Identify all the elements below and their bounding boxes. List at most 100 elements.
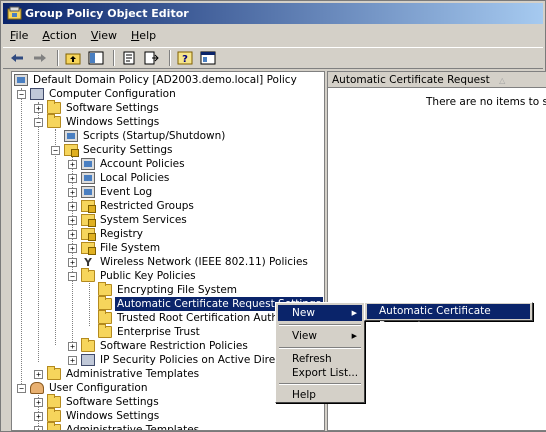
menu-help[interactable]: Help [124,27,163,45]
expand-icon[interactable]: + [34,369,43,379]
tree-item-local-policies[interactable]: + Local Policies [68,171,171,185]
expand-icon[interactable]: + [34,397,43,407]
collapse-icon[interactable]: − [17,383,26,393]
tree-item-restricted-groups[interactable]: + Restricted Groups [68,199,196,213]
tree-item-label: Windows Settings [66,116,160,128]
toolbar: ? [3,47,543,69]
expand-icon[interactable]: + [68,355,77,365]
expand-icon[interactable]: + [34,103,43,113]
expand-icon[interactable]: + [34,411,43,421]
expand-icon[interactable]: + [68,243,77,253]
context-menu-export-list[interactable]: Export List... [278,365,362,381]
tree-item-security-settings[interactable]: − Security Settings [51,143,175,157]
folder-icon [47,100,61,114]
up-folder-icon[interactable] [63,49,83,67]
tree-item-label: User Configuration [49,382,148,394]
tree-item-label: Administrative Templates [66,424,200,431]
tree-item-cc-admin-templates[interactable]: + Administrative Templates [34,366,201,381]
tree-item-account-policies[interactable]: + Account Policies [68,157,187,171]
export-list-icon[interactable] [142,49,162,67]
menu-view[interactable]: View [84,27,124,45]
console-icon[interactable] [198,49,218,67]
tree-item-software-restriction[interactable]: + Software Restriction Policies [68,338,250,353]
sort-ascending-icon: △ [499,76,506,85]
menu-file[interactable]: File [3,27,35,45]
tree-connector [55,129,56,345]
tree-item-public-key-policies[interactable]: − Public Key Policies [68,268,198,283]
tree-item-uc-software-settings[interactable]: + Software Settings [34,394,161,409]
folder-icon [47,366,61,380]
expand-icon[interactable]: + [68,187,77,197]
column-header[interactable]: Automatic Certificate Request △ [328,72,546,88]
context-menu-view[interactable]: View ▶ [278,328,362,344]
locked-folder-icon [81,228,96,241]
expand-icon[interactable]: + [68,215,77,225]
help-icon[interactable]: ? [175,49,195,67]
collapse-icon[interactable]: − [68,271,77,281]
menu-bar: File Action View Help [3,26,543,46]
collapse-icon[interactable]: − [34,117,43,127]
account-policies-icon [81,158,95,170]
expand-icon[interactable]: + [34,425,43,430]
expand-icon[interactable]: + [68,257,77,267]
toolbar-separator [57,50,59,66]
tree-item-user-configuration[interactable]: − User Configuration [17,381,149,395]
expand-icon[interactable]: + [68,159,77,169]
expand-icon[interactable]: + [68,173,77,183]
tree-item-label: Scripts (Startup/Shutdown) [83,130,226,142]
menu-item-label: New [292,307,315,319]
tree-item-wireless[interactable]: + Y Wireless Network (IEEE 802.11) Polic… [68,255,310,269]
title-bar[interactable]: Group Policy Object Editor [3,3,543,24]
tree-connector [21,88,22,388]
tree-item-root[interactable]: Default Domain Policy [AD2003.demo.local… [14,73,299,87]
tree-item-label: Software Settings [66,396,159,408]
folder-icon [98,310,112,324]
tree-item-scripts[interactable]: Scripts (Startup/Shutdown) [51,129,227,143]
folder-icon [98,324,112,338]
tree-item-label: Wireless Network (IEEE 802.11) Policies [100,256,308,268]
collapse-icon[interactable]: − [51,145,60,155]
submenu-arrow-icon: ▶ [351,332,357,340]
folder-icon [98,282,112,296]
tree-item-label: Windows Settings [66,410,160,422]
menu-item-label: Refresh [292,353,332,365]
toolbar-separator [169,50,171,66]
tree-item-file-system[interactable]: + File System [68,241,162,255]
tree-item-label: Public Key Policies [100,270,196,282]
back-arrow-icon[interactable] [7,49,27,67]
svg-text:?: ? [182,54,188,65]
tree-item-system-services[interactable]: + System Services [68,213,189,227]
gpo-app-icon [7,6,22,20]
tree-item-uc-windows-settings[interactable]: + Windows Settings [34,408,161,423]
folder-icon [98,296,112,310]
tree-item-cc-windows-settings[interactable]: − Windows Settings [34,114,161,129]
menu-item-label: Export List... [292,367,359,379]
collapse-icon[interactable]: − [17,89,26,99]
menu-separator [279,324,361,326]
tree-item-enterprise-trust[interactable]: Enterprise Trust [85,324,202,339]
locked-folder-icon [81,214,96,227]
tree-item-label: File System [100,242,161,254]
properties-icon[interactable] [119,49,139,67]
expand-icon[interactable]: + [68,229,77,239]
context-menu-help[interactable]: Help [278,387,362,403]
ipsec-icon [81,354,95,366]
tree-item-computer-configuration[interactable]: − Computer Configuration [17,87,178,101]
menu-action[interactable]: Action [35,27,83,45]
tree-item-efs[interactable]: Encrypting File System [85,282,239,297]
tree-item-event-log[interactable]: + Event Log [68,185,154,199]
expand-icon[interactable]: + [68,341,77,351]
menu-item-label: Help [292,389,316,401]
tree-item-cc-software-settings[interactable]: + Software Settings [34,100,161,115]
folder-icon [81,338,95,352]
scripts-icon [64,130,78,142]
show-hide-tree-icon[interactable] [86,49,106,67]
event-log-icon [81,186,95,198]
forward-arrow-icon[interactable] [30,49,50,67]
menu-item-label: View [292,330,317,342]
expand-icon[interactable]: + [68,201,77,211]
tree-item-uc-admin-templates[interactable]: + Administrative Templates [34,422,201,431]
tree-item-registry[interactable]: + Registry [68,227,145,241]
submenu-auto-cert-request[interactable]: Automatic Certificate Request... [367,304,530,332]
context-menu-new[interactable]: New ▶ [278,305,362,321]
